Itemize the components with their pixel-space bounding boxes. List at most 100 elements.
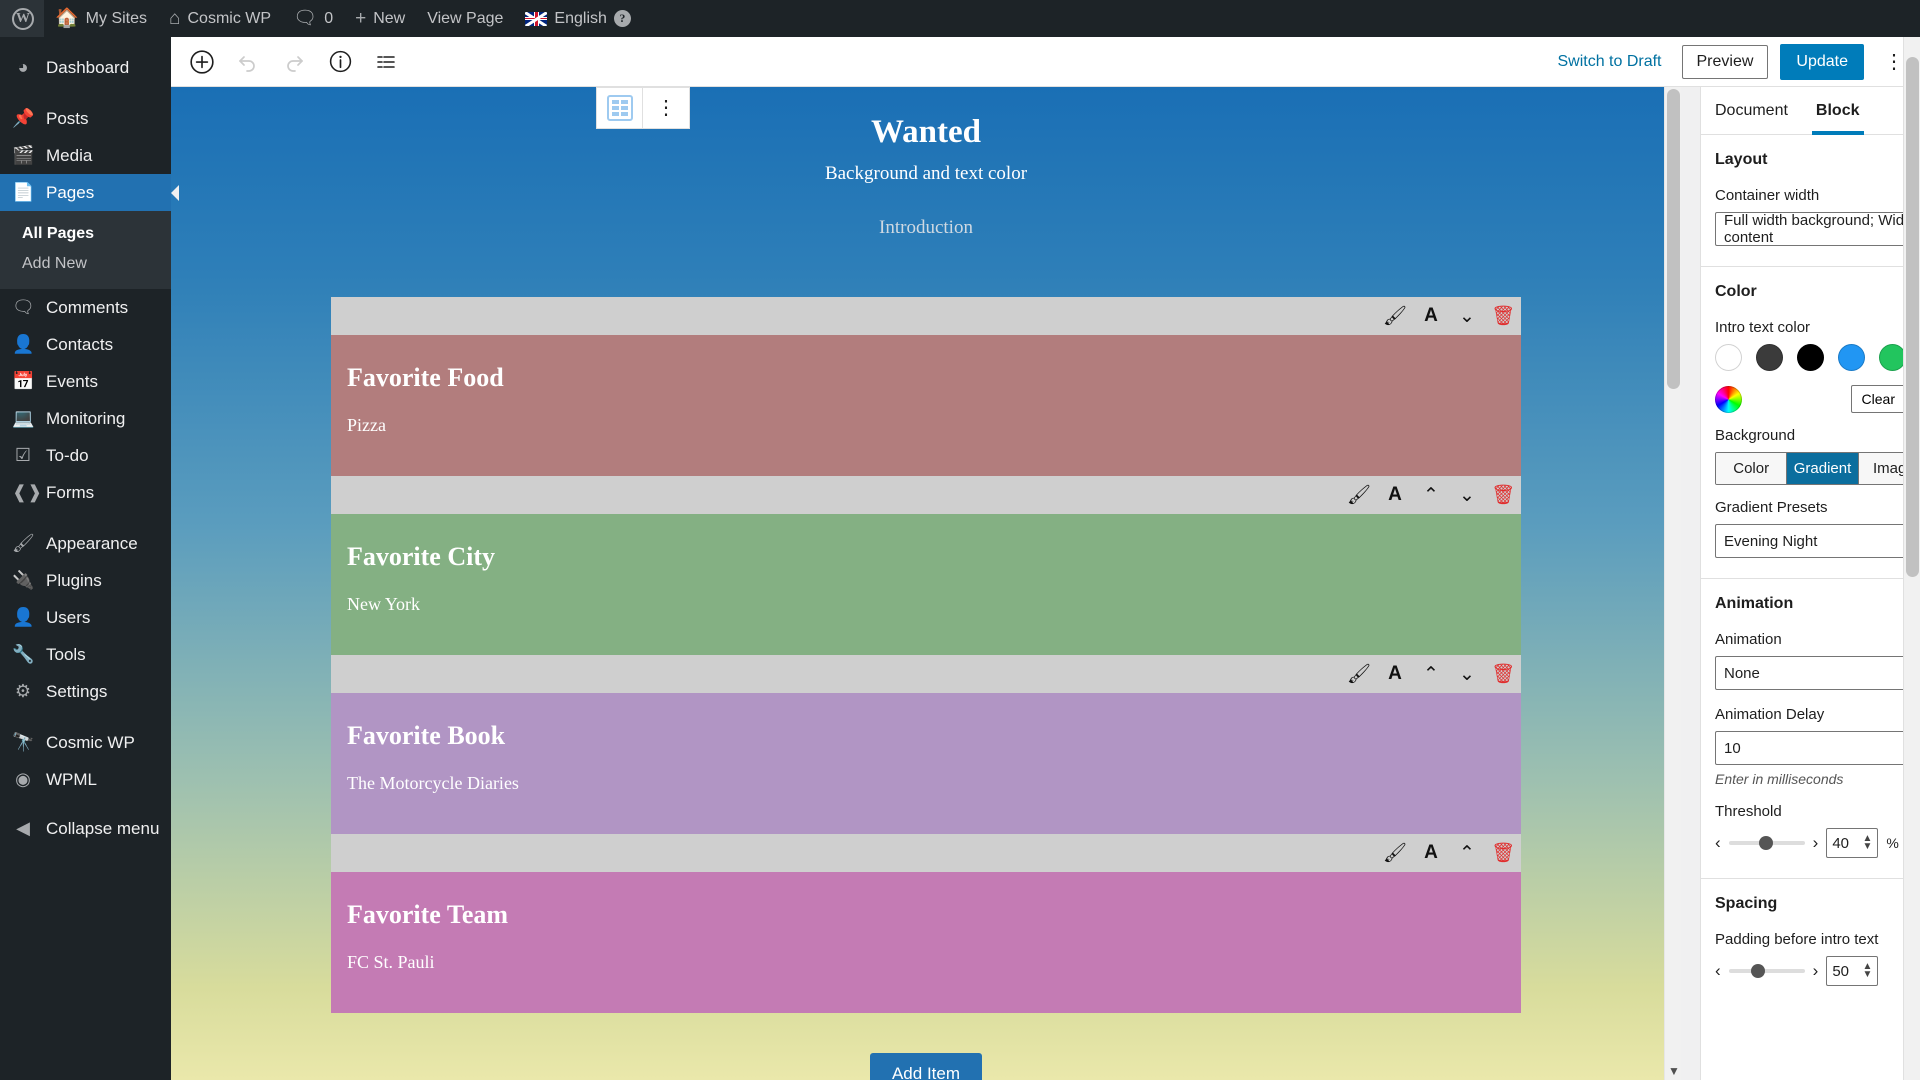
wordpress-logo-button[interactable]: W — [0, 0, 44, 37]
padding-slider[interactable] — [1728, 964, 1805, 978]
text-color-icon[interactable]: A — [1377, 655, 1413, 693]
item-heading[interactable]: Favorite Book — [347, 721, 1505, 751]
adminbar-comments[interactable]: 🗨 0 — [282, 0, 344, 37]
swatch-white[interactable] — [1715, 344, 1742, 371]
padding-number-input[interactable]: 50 ▲ ▼ — [1826, 956, 1879, 986]
item-text[interactable]: FC St. Pauli — [347, 952, 1505, 973]
details-button[interactable] — [319, 41, 361, 83]
trash-icon[interactable]: 🗑 — [1485, 655, 1521, 693]
sidebar-item-comments[interactable]: 🗨 Comments — [0, 289, 171, 326]
item-heading[interactable]: Favorite Team — [347, 900, 1505, 930]
padding-slider-knob[interactable] — [1750, 964, 1765, 978]
item-panel[interactable]: Favorite Book The Motorcycle Diaries — [331, 693, 1521, 834]
switch-to-draft-button[interactable]: Switch to Draft — [1549, 47, 1669, 77]
sidebar-item-contacts[interactable]: 👤 Contacts — [0, 326, 171, 363]
swatch-green[interactable] — [1879, 344, 1906, 371]
text-color-icon[interactable]: A — [1413, 834, 1449, 872]
add-block-button[interactable] — [181, 41, 223, 83]
help-icon[interactable]: ? — [613, 10, 631, 27]
add-item-button[interactable]: Add Item — [869, 1053, 983, 1080]
redo-button[interactable] — [273, 41, 315, 83]
item-heading[interactable]: Favorite City — [347, 542, 1505, 572]
swatch-blue[interactable] — [1838, 344, 1865, 371]
sidebar-item-pages[interactable]: 📄 Pages — [0, 174, 179, 211]
item-panel[interactable]: Favorite City New York — [331, 514, 1521, 655]
item-panel[interactable]: Favorite Team FC St. Pauli — [331, 872, 1521, 1013]
item-panel[interactable]: Favorite Food Pizza — [331, 335, 1521, 476]
text-color-icon[interactable]: A — [1413, 297, 1449, 335]
page-scrollbar[interactable] — [1903, 37, 1920, 1080]
trash-icon[interactable]: 🗑 — [1485, 834, 1521, 872]
collapse-menu-button[interactable]: ◀ Collapse menu — [0, 810, 171, 847]
sidebar-item-tools[interactable]: 🔧 Tools — [0, 636, 171, 673]
chevron-left-icon[interactable]: ‹ — [1715, 833, 1721, 853]
block-type-button[interactable] — [597, 88, 643, 128]
sidebar-item-todo[interactable]: ☑ To-do — [0, 437, 171, 474]
background-option-gradient[interactable]: Gradient — [1787, 453, 1859, 484]
chevron-up-icon[interactable]: ⌃ — [1413, 476, 1449, 514]
tab-document[interactable]: Document — [1701, 87, 1802, 135]
text-color-icon[interactable]: A — [1377, 476, 1413, 514]
tab-block[interactable]: Block — [1802, 87, 1874, 135]
adminbar-language[interactable]: English ? — [514, 0, 641, 37]
chevron-up-icon[interactable]: ⌃ — [1449, 834, 1485, 872]
chevron-down-icon[interactable]: ▼ — [1668, 1064, 1680, 1078]
sidebar-item-users[interactable]: 👤 Users — [0, 599, 171, 636]
adminbar-new-content[interactable]: + New — [344, 0, 416, 37]
sidebar-item-posts[interactable]: 📌 Posts — [0, 100, 171, 137]
swatch-dark-gray[interactable] — [1756, 344, 1783, 371]
adminbar-site-name[interactable]: ⌂ Cosmic WP — [158, 0, 282, 37]
threshold-slider[interactable] — [1728, 836, 1805, 850]
animation-select[interactable]: None — [1715, 656, 1920, 690]
sidebar-item-settings[interactable]: ⚙ Settings — [0, 673, 171, 710]
submenu-item-add-new[interactable]: Add New — [0, 249, 171, 279]
sidebar-item-appearance[interactable]: 🖌 Appearance — [0, 525, 171, 562]
hero-title[interactable]: Wanted — [171, 114, 1681, 151]
undo-button[interactable] — [227, 41, 269, 83]
submenu-item-all-pages[interactable]: All Pages — [0, 219, 171, 249]
item-text[interactable]: Pizza — [347, 415, 1505, 436]
item-text[interactable]: The Motorcycle Diaries — [347, 773, 1505, 794]
brush-icon[interactable]: 🖌 — [1377, 297, 1413, 335]
spinner-icon[interactable]: ▲ ▼ — [1862, 834, 1872, 852]
page-scrollbar-thumb[interactable] — [1906, 57, 1919, 577]
preview-button[interactable]: Preview — [1681, 44, 1769, 79]
sidebar-item-media[interactable]: 🎬 Media — [0, 137, 171, 174]
list-view-button[interactable] — [365, 41, 407, 83]
sidebar-item-cosmic-wp[interactable]: 🔭 Cosmic WP — [0, 724, 171, 761]
sidebar-item-forms[interactable]: ❰❱ Forms — [0, 474, 171, 511]
item-text[interactable]: New York — [347, 594, 1505, 615]
hero-subtitle[interactable]: Background and text color — [171, 163, 1681, 185]
chevron-down-icon[interactable]: ⌄ — [1449, 476, 1485, 514]
sidebar-item-events[interactable]: 📅 Events — [0, 363, 171, 400]
adminbar-view-page[interactable]: View Page — [416, 0, 514, 37]
swatch-custom-color-picker[interactable] — [1715, 385, 1742, 413]
chevron-right-icon[interactable]: › — [1813, 961, 1819, 981]
chevron-up-icon[interactable]: ⌃ — [1413, 655, 1449, 693]
update-button[interactable]: Update — [1780, 43, 1864, 80]
trash-icon[interactable]: 🗑 — [1485, 297, 1521, 335]
clear-color-button[interactable]: Clear — [1850, 385, 1906, 413]
hero-intro-text[interactable]: Introduction — [171, 217, 1681, 239]
chevron-left-icon[interactable]: ‹ — [1715, 961, 1721, 981]
spinner-icon[interactable]: ▲ ▼ — [1862, 962, 1872, 980]
sidebar-item-plugins[interactable]: 🔌 Plugins — [0, 562, 171, 599]
background-option-color[interactable]: Color — [1716, 453, 1788, 484]
canvas-scrollbar-thumb[interactable] — [1667, 89, 1680, 389]
adminbar-my-sites[interactable]: 🏠 My Sites — [44, 0, 158, 37]
animation-delay-input[interactable]: 10 — [1715, 731, 1920, 765]
hero-block[interactable]: ⋮ Wanted Background and text color Intro… — [171, 87, 1681, 1080]
sidebar-item-wpml[interactable]: ◉ WPML — [0, 761, 171, 798]
item-heading[interactable]: Favorite Food — [347, 363, 1505, 393]
sidebar-item-dashboard[interactable]: ◕ Dashboard — [0, 49, 171, 86]
gradient-preset-select[interactable]: Evening Night — [1715, 524, 1920, 558]
chevron-down-icon[interactable]: ⌄ — [1449, 655, 1485, 693]
threshold-number-input[interactable]: 40 ▲ ▼ — [1826, 828, 1879, 858]
brush-icon[interactable]: 🖌 — [1377, 834, 1413, 872]
sidebar-item-monitoring[interactable]: 💻 Monitoring — [0, 400, 171, 437]
brush-icon[interactable]: 🖌 — [1341, 476, 1377, 514]
container-width-select[interactable]: Full width background; Wide content — [1715, 212, 1920, 246]
chevron-down-icon[interactable]: ⌄ — [1449, 297, 1485, 335]
trash-icon[interactable]: 🗑 — [1485, 476, 1521, 514]
chevron-right-icon[interactable]: › — [1813, 833, 1819, 853]
